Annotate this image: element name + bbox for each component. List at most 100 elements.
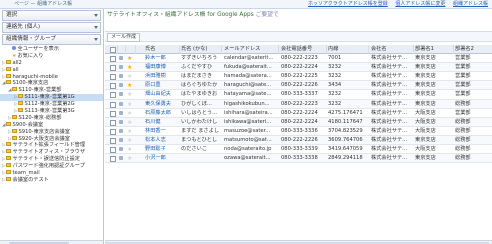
tree-item[interactable]: ▷ S113-東京-営業第3G — [0, 108, 103, 115]
column-divider[interactable] — [368, 45, 369, 54]
column-divider[interactable] — [221, 45, 222, 54]
column-header[interactable]: 部署名2 — [455, 45, 491, 54]
cell-email[interactable]: matsumoto@sat... — [224, 136, 278, 145]
row-checkbox[interactable] — [110, 101, 116, 108]
favorite-star-icon[interactable]: ★ — [127, 63, 132, 72]
table-row[interactable]: ★ 野田聡子 のださいこ noda@sateraito.jp 080-333-3339 3… — [105, 145, 492, 155]
table-row[interactable]: ★ 石原藤太郎 いしはらとう... ishihara@sateira... 080-22… — [105, 109, 492, 118]
column-header[interactable]: 部署名1 — [415, 45, 451, 54]
favorite-star-icon[interactable]: ★ — [127, 145, 132, 154]
table-row[interactable]: ★ 原口豊 はらぐちゆたか haraguchi@sate... 080-222-2226… — [105, 81, 492, 91]
table-row[interactable]: ★ 畑山由紀夫 はたやまゆきお hatayama@sate... 080-333-333… — [105, 90, 492, 100]
favorite-star-icon[interactable]: ★ — [127, 109, 132, 118]
column-header[interactable]: 氏名 — [145, 45, 179, 54]
tree-item[interactable]: ▷ S120-東京-総務部 — [0, 114, 103, 122]
tree-item[interactable]: ▷ team_mail — [0, 170, 103, 177]
column-divider[interactable] — [413, 45, 414, 54]
favorite-star-icon[interactable]: ★ — [127, 136, 132, 145]
favorite-star-icon[interactable]: ★ — [127, 90, 132, 99]
header-link-org[interactable]: 組織アドレス帳 — [453, 1, 488, 7]
cell-name[interactable]: 石川健 — [145, 118, 179, 127]
cell-email[interactable]: ozawa@saterait... — [224, 154, 278, 163]
cell-name[interactable]: 鈴木一郎 — [145, 54, 179, 63]
contact-card-icon[interactable] — [119, 128, 123, 133]
cell-email[interactable]: masuzoe@sater... — [224, 127, 278, 136]
favorite-star-icon[interactable]: ★ — [127, 100, 132, 109]
table-row[interactable]: ★ 松本人志 まつもとひとし matsumoto@sat... 080-222-2226… — [105, 135, 492, 146]
tree-item[interactable]: ▷ all2 — [0, 59, 103, 67]
contact-card-icon[interactable] — [119, 147, 123, 152]
org-group-dropdown[interactable]: 組織情報・グループ — [2, 34, 101, 45]
cell-name[interactable]: 野田聡子 — [145, 145, 179, 154]
contact-card-icon[interactable] — [119, 101, 123, 106]
column-divider[interactable] — [125, 45, 126, 54]
favorite-star-icon[interactable]: ★ — [127, 154, 132, 163]
tree-item[interactable]: ▷ all — [0, 66, 103, 74]
row-checkbox[interactable] — [110, 137, 116, 144]
contact-card-icon[interactable] — [119, 56, 123, 61]
column-divider[interactable] — [179, 45, 180, 54]
cell-email[interactable]: hamada@satera... — [224, 72, 278, 81]
contact-card-icon[interactable] — [119, 156, 123, 161]
contact-card-icon[interactable] — [119, 92, 123, 97]
contact-card-icon[interactable] — [119, 65, 123, 70]
cell-name[interactable]: 福田康博 — [145, 63, 179, 72]
contact-card-icon[interactable] — [119, 83, 123, 88]
row-checkbox[interactable] — [110, 65, 116, 72]
select-dropdown[interactable]: 選択 — [2, 10, 101, 21]
row-checkbox[interactable] — [110, 74, 116, 81]
favorite-star-icon[interactable]: ★ — [127, 54, 132, 63]
table-row[interactable]: ★ 浜田雅樹 はまだまさき hamada@satera... 080-222-2225 3… — [105, 72, 492, 82]
row-checkbox[interactable] — [110, 128, 116, 135]
column-header[interactable]: 会社名 — [371, 45, 411, 54]
cell-name[interactable]: 原口豊 — [145, 81, 179, 90]
header-link-personal[interactable]: 個人アドレス帳に変更 — [395, 1, 445, 7]
cell-email[interactable]: haraguchi@sate... — [224, 81, 278, 90]
column-divider[interactable] — [326, 45, 327, 54]
column-header[interactable]: 内線 — [328, 45, 364, 54]
column-divider[interactable] — [278, 45, 279, 54]
sidebar-scrollbar[interactable] — [0, 240, 103, 244]
cell-email[interactable]: hatayama@sate... — [224, 90, 278, 99]
row-checkbox[interactable] — [110, 56, 116, 63]
row-checkbox[interactable] — [110, 92, 116, 99]
cell-name[interactable]: 浜田雅樹 — [145, 72, 179, 81]
row-checkbox[interactable] — [110, 156, 116, 163]
cell-email[interactable]: noda@sateraito.jp — [224, 145, 278, 154]
main-scrollbar[interactable] — [105, 240, 492, 244]
tree-item[interactable]: ▷ S112-東京-営業第2G — [0, 101, 103, 108]
column-header[interactable]: 氏名 (かな) — [181, 45, 221, 54]
cell-name[interactable]: 松本人志 — [145, 136, 179, 145]
tree-item[interactable]: ◢ S900-会議室 — [0, 121, 103, 129]
table-row[interactable]: ★ 小沢一郎 ozawa@saterait... 080-333-3338 2849.2… — [105, 154, 492, 164]
cell-name[interactable]: 石原藤太郎 — [145, 109, 179, 118]
cell-name[interactable]: 東久保勇夫 — [145, 100, 179, 109]
table-row[interactable]: ★ 林田香一 ますだ まさよし masuzoe@sater... 080-333-333… — [105, 127, 492, 136]
table-row[interactable]: ★ 鈴木一郎 すずきいちろう calendar@saterit... 080-222-2… — [105, 54, 492, 64]
contact-card-icon[interactable] — [119, 119, 123, 124]
tree-item[interactable]: ▷ S910-東京支店会議室 — [0, 128, 103, 136]
table-row[interactable]: ★ 東久保勇夫 ひがしくぼ... higashikokubun... 080-222-2… — [105, 99, 492, 109]
table-row[interactable]: ★ 石川健 いしかわたけし ishikawa@sateri... 080-222-222… — [105, 117, 492, 127]
favorite-star-icon[interactable]: ★ — [127, 127, 132, 136]
table-row[interactable]: ★ 福田康博 ふくだやすひ fukuda@saterait... 080-222-222… — [105, 63, 492, 73]
cell-name[interactable]: 小沢一郎 — [145, 154, 179, 163]
select-all-checkbox[interactable] — [110, 47, 116, 53]
row-checkbox[interactable] — [110, 147, 116, 154]
cell-name[interactable]: 畑山由紀夫 — [145, 90, 179, 99]
cell-name[interactable]: 林田香一 — [145, 127, 179, 136]
tree-item[interactable]: ▷ パスワード強化用認証グループ — [0, 163, 103, 170]
column-divider[interactable] — [117, 45, 118, 54]
favorite-star-icon[interactable]: ★ — [127, 81, 132, 90]
contact-card-icon[interactable] — [119, 110, 123, 115]
row-checkbox[interactable] — [110, 119, 116, 126]
tree-item[interactable]: 全ユーザーを表示 — [0, 46, 103, 53]
favorite-star-icon[interactable]: ★ — [127, 118, 132, 127]
contact-card-icon[interactable] — [119, 137, 123, 142]
row-checkbox[interactable] — [110, 110, 116, 117]
column-divider[interactable] — [135, 45, 136, 54]
favorite-star-icon[interactable]: ★ — [127, 72, 132, 81]
tree-item[interactable]: ▷ 会議室のテスト — [0, 176, 103, 184]
cell-email[interactable]: ishikawa@sateri... — [224, 118, 278, 127]
cell-email[interactable]: fukuda@saterait... — [224, 63, 278, 72]
